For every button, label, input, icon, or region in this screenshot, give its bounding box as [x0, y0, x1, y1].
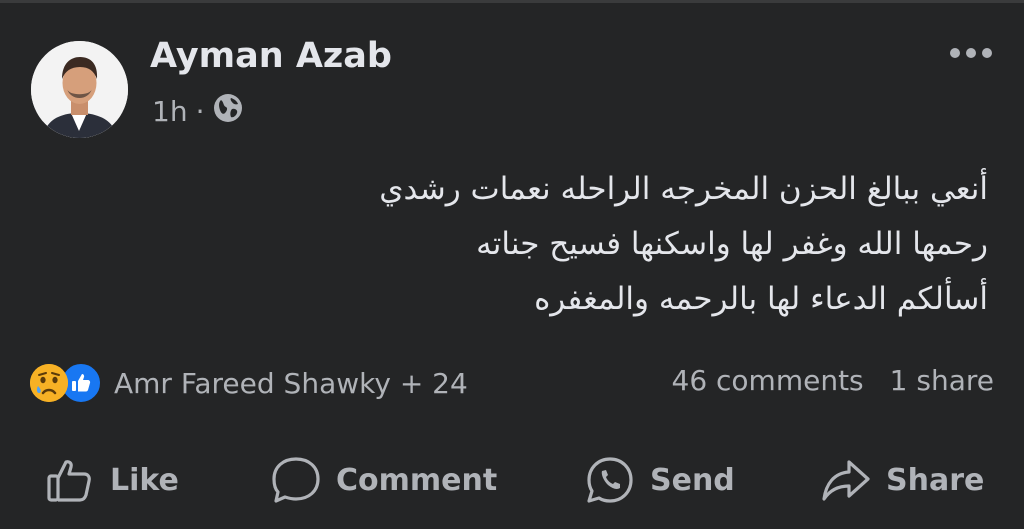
globe-icon[interactable] — [212, 92, 244, 131]
author-name[interactable]: Ayman Azab — [150, 36, 392, 76]
whatsapp-icon — [584, 454, 636, 506]
like-button[interactable]: Like — [44, 450, 179, 510]
post-time[interactable]: 1h — [152, 95, 188, 128]
send-button[interactable]: Send — [584, 450, 735, 510]
comment-bubble-icon — [270, 454, 322, 506]
top-divider — [0, 0, 1024, 3]
post-text: أنعي ببالغ الحزن المخرجه الراحله نعمات ر… — [228, 162, 988, 327]
post-text-line: أنعي ببالغ الحزن المخرجه الراحله نعمات ر… — [379, 171, 988, 207]
more-dot — [982, 48, 992, 58]
meta-separator: · — [195, 95, 205, 128]
post-meta: 1h · — [152, 92, 244, 131]
more-dot — [966, 48, 976, 58]
sad-reaction-icon — [30, 364, 68, 402]
action-bar: Like Comment Send Share — [0, 450, 1024, 510]
post-text-line: أسألكم الدعاء لها بالرحمه والمغفره — [534, 281, 988, 317]
shares-count[interactable]: 1 share — [890, 364, 994, 397]
share-arrow-icon — [820, 454, 872, 506]
comment-label: Comment — [336, 462, 498, 498]
more-options-icon[interactable] — [950, 48, 992, 58]
share-label: Share — [886, 462, 985, 498]
reactions-summary[interactable]: Amr Fareed Shawky + 24 — [30, 362, 468, 404]
post-text-line: رحمها الله وغفر لها واسكنها فسيح جناته — [476, 226, 988, 262]
like-label: Like — [110, 462, 179, 498]
more-dot — [950, 48, 960, 58]
thumbs-up-icon — [44, 454, 96, 506]
avatar[interactable] — [31, 41, 128, 138]
comment-button[interactable]: Comment — [270, 450, 497, 510]
send-label: Send — [650, 462, 735, 498]
comments-count[interactable]: 46 comments — [672, 364, 864, 397]
post-stats: 46 comments 1 share — [672, 364, 995, 397]
share-button[interactable]: Share — [820, 450, 984, 510]
reaction-names[interactable]: Amr Fareed Shawky + 24 — [114, 367, 468, 400]
